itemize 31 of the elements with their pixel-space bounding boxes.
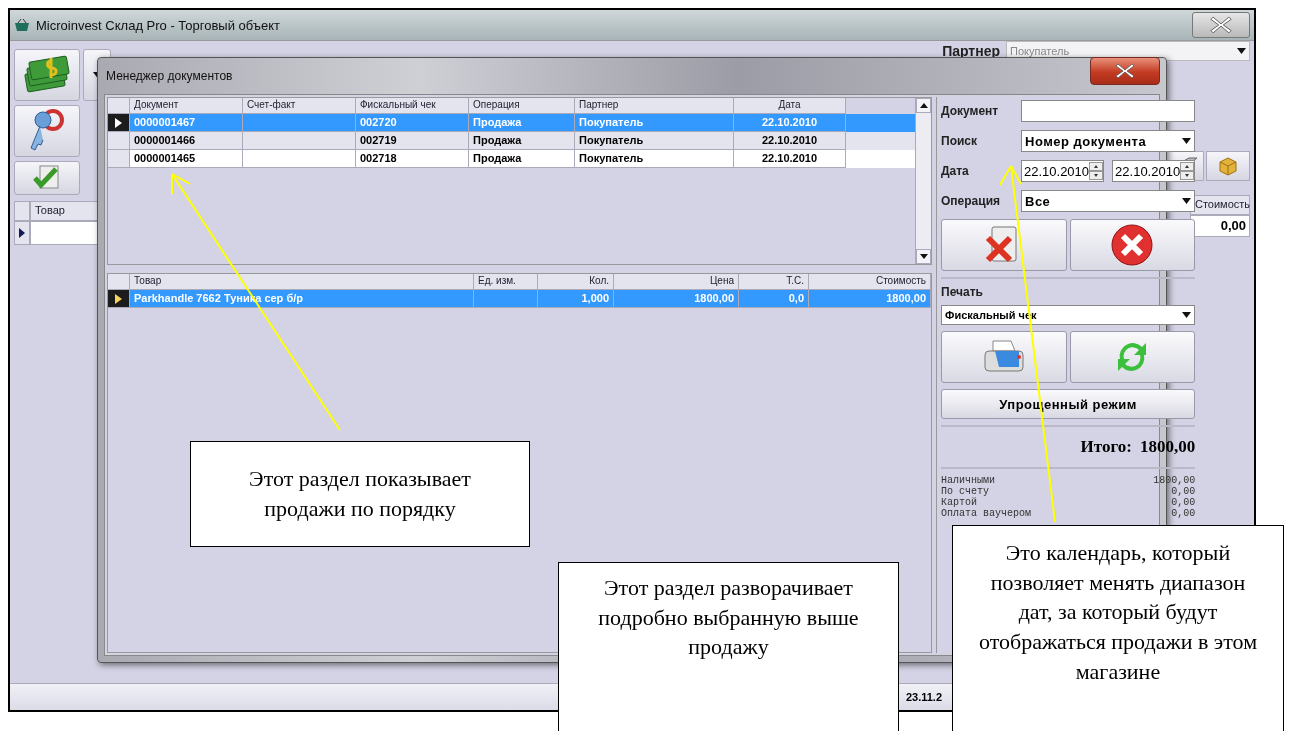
payment-value: 0,00 (1171, 497, 1196, 508)
total-label: Итого: (1080, 437, 1132, 457)
table-cell: 1800,00 (809, 290, 931, 308)
table-cell: 0000001465 (130, 150, 243, 168)
table-cell: Покупатель (575, 150, 734, 168)
date-label: Дата (941, 164, 970, 178)
table-cell: 1,000 (538, 290, 614, 308)
table-cell: 22.10.2010 (734, 150, 846, 168)
table-cell: 1800,00 (614, 290, 739, 308)
table-cell: 0,00 (1190, 215, 1250, 237)
callout-text: Этот раздел разворачивает подробно выбранную выше продажу (558, 562, 899, 731)
payment-label: Картой (941, 497, 977, 508)
payment-label: Наличными (941, 475, 995, 486)
table-cell: 0,0 (739, 290, 809, 308)
column-header: Стоимость (1190, 195, 1250, 215)
payment-value: 0,00 (1171, 486, 1196, 497)
payment-label: Оплата ваучером (941, 508, 1031, 519)
status-date: 23.11.2 (905, 691, 942, 703)
payment-value: 0,00 (1171, 508, 1196, 519)
document-label: Документ (941, 104, 1000, 118)
dialog-title: Менеджер документов (106, 69, 233, 83)
operation-label: Операция (941, 194, 1001, 208)
table-cell: 002718 (356, 150, 469, 168)
payment-label: По счету (941, 486, 989, 497)
partner-label: Партнер (942, 43, 1000, 59)
callout-text: Это календарь, который позволяет менять диапазон дат, за который будут отображаться продажи в этом магазине (952, 525, 1284, 731)
callout-text: Этот раздел показывает продажи по порядку (190, 441, 530, 547)
search-label: Поиск (941, 134, 978, 148)
window-title: Microinvest Склад Pro - Торговый объект (36, 17, 280, 33)
table-cell: Продажа (469, 150, 575, 168)
print-label: Печать (941, 285, 984, 299)
